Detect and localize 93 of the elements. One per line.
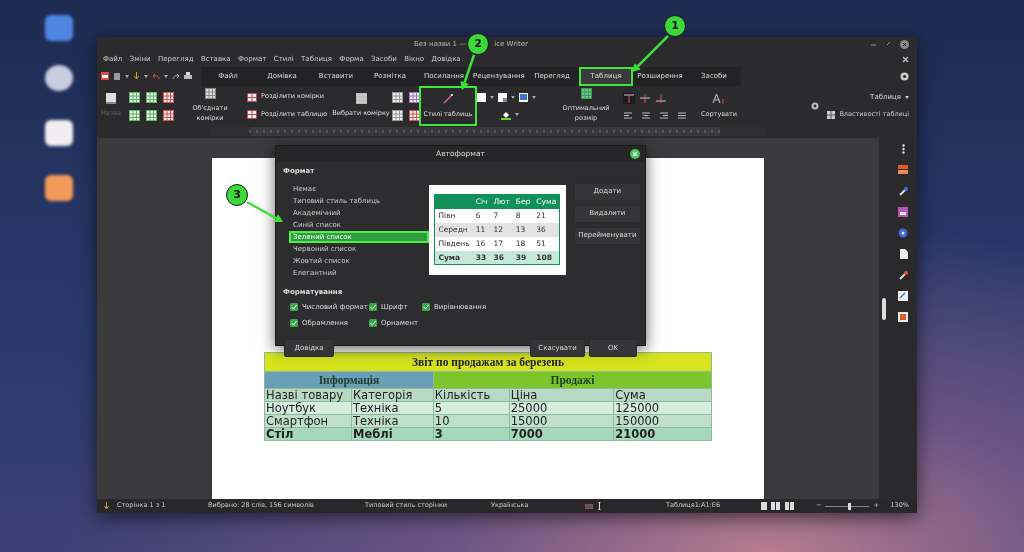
page-icon[interactable] (898, 249, 908, 259)
vertical-align-icon[interactable] (639, 92, 651, 104)
table-icon[interactable] (392, 109, 403, 121)
table-cell: 21000 (613, 427, 712, 441)
caret-icon[interactable] (490, 95, 494, 99)
redo-icon[interactable] (172, 72, 180, 80)
caret-icon[interactable] (144, 74, 148, 78)
table-cell: 3 (433, 427, 510, 441)
arrow-down-icon[interactable] (133, 72, 140, 80)
table-icon[interactable] (409, 91, 420, 103)
wand-icon[interactable] (442, 92, 454, 105)
checkbox[interactable] (369, 303, 377, 312)
caret-icon[interactable] (511, 95, 515, 99)
align-center-icon[interactable] (641, 111, 651, 120)
split-table-icon[interactable] (247, 110, 257, 120)
table-properties-icon[interactable] (827, 111, 836, 120)
pointer-arrow (246, 200, 283, 223)
settings-icon[interactable] (811, 102, 820, 110)
checkbox[interactable] (369, 318, 377, 327)
table-icon[interactable] (145, 109, 157, 121)
paint-bucket-icon[interactable] (501, 109, 511, 120)
caret-icon[interactable] (164, 74, 168, 78)
split-table-icon[interactable] (247, 92, 257, 102)
table-cell: Техніка (351, 414, 434, 428)
styles-icon[interactable] (898, 165, 908, 175)
background-color-icon[interactable] (477, 92, 486, 102)
multi-page-view-icon[interactable] (771, 502, 781, 510)
navigator-icon[interactable] (898, 228, 908, 238)
border-color-icon[interactable] (498, 92, 507, 102)
desktop-app-icon[interactable] (45, 65, 73, 91)
table-cell: Ноутбук (264, 401, 352, 415)
text-cursor-icon (597, 502, 602, 510)
table-icon[interactable] (204, 88, 216, 100)
vertical-align-icon[interactable] (623, 92, 635, 104)
column-header: Сума (613, 388, 712, 402)
column-header: Кількість (433, 388, 510, 402)
column-header: Категорія (351, 388, 434, 402)
table-icon[interactable] (580, 88, 592, 100)
sort-icon[interactable] (712, 92, 726, 105)
checkbox[interactable] (290, 303, 298, 312)
caret-icon[interactable] (515, 113, 519, 116)
table-icon[interactable] (162, 91, 174, 103)
checkbox[interactable] (422, 303, 430, 312)
table-cell: 25000 (509, 401, 614, 415)
table-cell: 10 (433, 414, 510, 428)
picture-icon[interactable] (519, 92, 528, 102)
align-left-icon[interactable] (623, 111, 633, 120)
caret-icon (905, 95, 909, 99)
close-icon[interactable] (630, 149, 640, 159)
table-icon[interactable] (128, 109, 140, 121)
gallery-icon[interactable] (898, 207, 908, 217)
table-cell: 7000 (509, 427, 614, 441)
table-icon[interactable] (392, 91, 403, 103)
column-header: Ціна (509, 388, 614, 402)
close-icon[interactable] (902, 55, 909, 63)
brush-icon[interactable] (898, 186, 908, 196)
table-cell: Смартфон (264, 414, 352, 428)
callout-number: 1 (664, 15, 686, 37)
table-icon[interactable] (128, 91, 140, 103)
word-count-icon (104, 502, 109, 510)
table-icon[interactable] (355, 93, 367, 105)
table-icon[interactable] (162, 109, 174, 121)
settings-icon[interactable] (900, 71, 909, 81)
maximize-icon[interactable] (885, 40, 892, 47)
book-view-icon[interactable] (785, 502, 795, 510)
caret-icon[interactable] (125, 74, 129, 78)
save-icon[interactable] (101, 72, 109, 80)
justify-icon[interactable] (677, 111, 687, 120)
table-cell: 5 (433, 401, 510, 415)
align-right-icon[interactable] (659, 111, 669, 120)
table-cell: Стіл (264, 427, 352, 441)
table-cell: Техніка (351, 401, 434, 415)
style-inspector-icon[interactable] (898, 270, 908, 280)
manage-changes-icon[interactable] (898, 291, 908, 301)
column-header: Назві товару (264, 388, 352, 402)
table-icon[interactable] (145, 91, 157, 103)
scrollbar[interactable] (882, 298, 886, 320)
design-icon[interactable] (898, 312, 908, 322)
pointer-arrow (632, 35, 669, 72)
table-cell: 125000 (613, 401, 712, 415)
table-cell: 15000 (509, 414, 614, 428)
caret-icon[interactable] (532, 95, 536, 99)
checkbox[interactable] (290, 318, 298, 327)
menu-icon[interactable] (901, 144, 905, 154)
table-icon[interactable] (409, 109, 420, 121)
table-cell: 150000 (613, 414, 712, 428)
table-cell: Меблі (351, 427, 434, 441)
callout-number: 2 (467, 33, 489, 55)
undo-icon[interactable] (152, 72, 160, 80)
vertical-align-icon[interactable] (655, 92, 667, 104)
desktop-app-icon[interactable] (45, 120, 73, 146)
print-icon[interactable] (184, 72, 192, 80)
zoom-slider-thumb[interactable] (848, 502, 852, 510)
